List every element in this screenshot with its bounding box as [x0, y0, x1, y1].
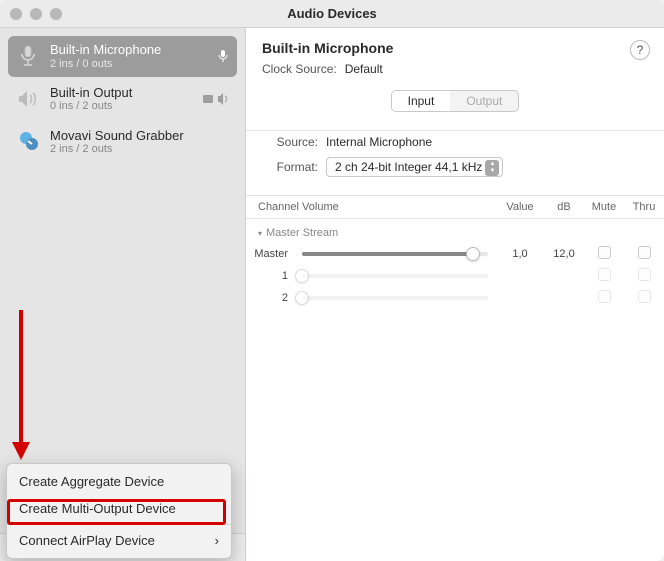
stream-label: Master Stream — [266, 227, 338, 239]
tab-output[interactable]: Output — [450, 91, 518, 111]
device-text: Built-in Microphone 2 ins / 0 outs — [50, 42, 207, 71]
menu-connect-airplay[interactable]: Connect AirPlay Device › — [7, 527, 231, 554]
add-device-menu: Create Aggregate Device Create Multi-Out… — [6, 463, 232, 559]
main-header: Built-in Microphone ? Clock Source: Defa… — [246, 28, 664, 131]
disclosure-icon: ▾ — [258, 229, 262, 238]
channel-row-1: 1 — [246, 265, 664, 287]
source-value: Internal Microphone — [326, 135, 432, 149]
chevron-right-icon: › — [215, 533, 219, 548]
format-row: Format: 2 ch 24-bit Integer 44,1 kHz ▲▼ — [262, 157, 648, 177]
io-segmented: Input Output — [391, 90, 520, 112]
tabs-row: Input Output — [262, 82, 648, 120]
col-volume: Channel Volume — [246, 201, 496, 213]
speaker-icon — [16, 87, 40, 111]
source-label: Source: — [262, 135, 318, 149]
clock-source-value: Default — [345, 62, 383, 76]
stream-label-row[interactable]: ▾ Master Stream — [246, 225, 664, 243]
app-icon — [16, 130, 40, 154]
col-thru: Thru — [624, 201, 664, 213]
device-name: Built-in Microphone — [50, 42, 207, 58]
device-item-builtin-mic[interactable]: Built-in Microphone 2 ins / 0 outs — [8, 36, 237, 77]
format-label: Format: — [262, 160, 318, 174]
device-sub: 2 ins / 2 outs — [50, 143, 229, 156]
thru-checkbox[interactable] — [638, 246, 651, 259]
channel-row-master: Master 1,0 12,0 — [246, 243, 664, 265]
device-name: Movavi Sound Grabber — [50, 128, 229, 144]
channel-name: Master — [246, 248, 294, 260]
output-indicator-icon — [203, 93, 229, 105]
channel-row-2: 2 — [246, 287, 664, 309]
channel-db: 12,0 — [544, 248, 584, 260]
mic-indicator-icon — [217, 49, 229, 63]
device-sub: 2 ins / 0 outs — [50, 58, 207, 71]
mute-checkbox — [598, 268, 611, 281]
format-value: 2 ch 24-bit Integer 44,1 kHz — [335, 160, 482, 174]
stream-section: ▾ Master Stream Master 1,0 12,0 1 — [246, 219, 664, 309]
format-select[interactable]: 2 ch 24-bit Integer 44,1 kHz ▲▼ — [326, 157, 503, 177]
mute-checkbox — [598, 290, 611, 303]
main-panel: Built-in Microphone ? Clock Source: Defa… — [246, 28, 664, 561]
device-text: Movavi Sound Grabber 2 ins / 2 outs — [50, 128, 229, 157]
channel-value: 1,0 — [496, 248, 544, 260]
device-text: Built-in Output 0 ins / 2 outs — [50, 85, 193, 114]
col-db: dB — [544, 201, 584, 213]
clock-source-row: Clock Source: Default — [262, 62, 648, 76]
mute-checkbox[interactable] — [598, 246, 611, 259]
col-value: Value — [496, 201, 544, 213]
clock-source-label: Clock Source: — [262, 62, 337, 76]
menu-create-multi-output[interactable]: Create Multi-Output Device — [7, 495, 231, 522]
source-row: Source: Internal Microphone — [262, 135, 648, 149]
stepper-icon: ▲▼ — [485, 160, 499, 176]
channel-table-header: Channel Volume Value dB Mute Thru — [246, 196, 664, 219]
slider-master[interactable] — [294, 252, 496, 256]
thru-checkbox — [638, 268, 651, 281]
microphone-icon — [16, 44, 40, 68]
device-title: Built-in Microphone — [262, 40, 648, 56]
device-item-builtin-output[interactable]: Built-in Output 0 ins / 2 outs — [8, 79, 237, 120]
window-title: Audio Devices — [0, 6, 664, 21]
device-name: Built-in Output — [50, 85, 193, 101]
tab-input[interactable]: Input — [392, 91, 451, 111]
help-button[interactable]: ? — [630, 40, 650, 60]
config-section: Source: Internal Microphone Format: 2 ch… — [246, 131, 664, 196]
channel-name: 2 — [246, 292, 294, 304]
menu-separator — [7, 524, 231, 525]
device-item-movavi[interactable]: Movavi Sound Grabber 2 ins / 2 outs — [8, 122, 237, 163]
device-sub: 0 ins / 2 outs — [50, 100, 193, 113]
thru-checkbox — [638, 290, 651, 303]
channel-name: 1 — [246, 270, 294, 282]
col-mute: Mute — [584, 201, 624, 213]
menu-create-aggregate[interactable]: Create Aggregate Device — [7, 468, 231, 495]
slider-ch1[interactable] — [294, 274, 496, 278]
device-list: Built-in Microphone 2 ins / 0 outs Built… — [0, 28, 245, 533]
slider-ch2[interactable] — [294, 296, 496, 300]
titlebar: Audio Devices — [0, 0, 664, 28]
